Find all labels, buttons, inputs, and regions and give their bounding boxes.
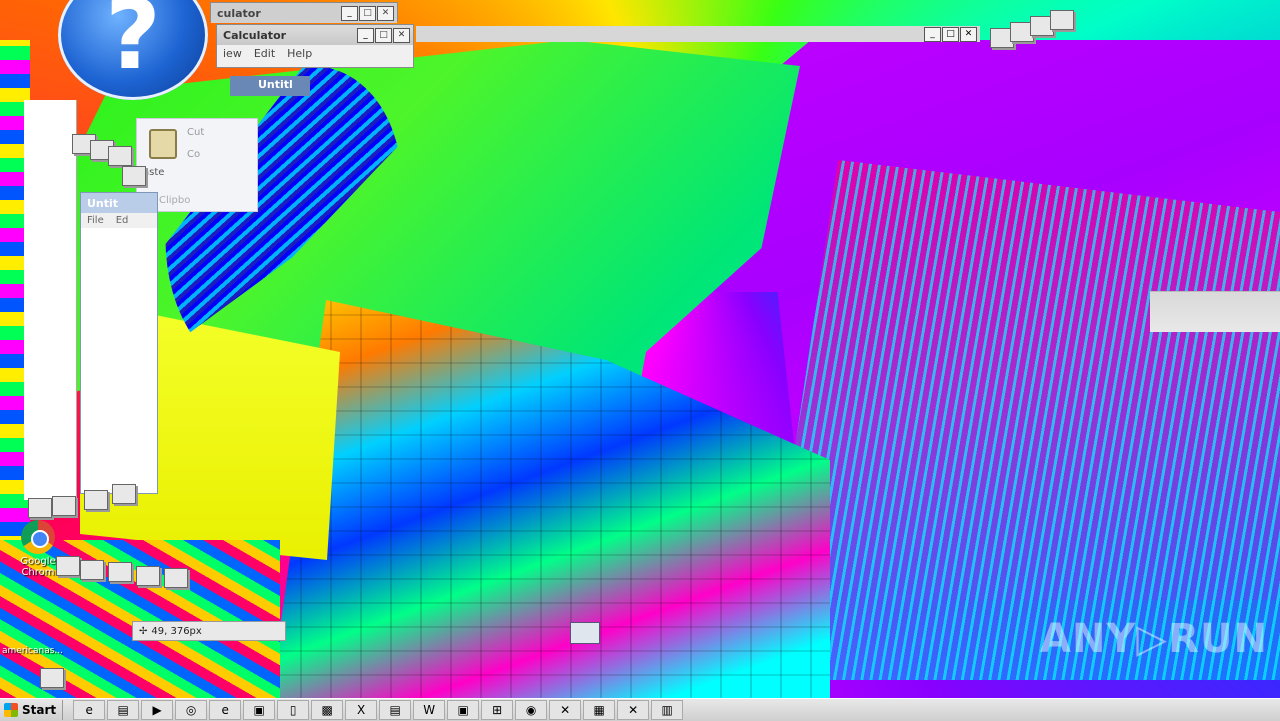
start-button[interactable]: Start	[0, 700, 64, 720]
close-button[interactable]: ✕	[393, 27, 410, 43]
untitled-window[interactable]: Untit File Ed	[80, 192, 158, 494]
app-red-icon[interactable]: ▣	[243, 700, 276, 720]
stray-window-fragment	[1150, 291, 1280, 332]
chrome-icon	[21, 520, 55, 554]
notepad-icon[interactable]: ▯	[277, 700, 310, 720]
archive-icon[interactable]: ▥	[651, 700, 684, 720]
paint-icon[interactable]: ◉	[515, 700, 548, 720]
desktop-icon-label-line1: Google	[20, 556, 56, 567]
paste-label: aste	[143, 167, 165, 178]
glitch-stripes	[760, 160, 1280, 680]
clipboard-group-label: Clipbo	[159, 195, 191, 206]
minimized-window-ghost	[112, 484, 136, 504]
minimized-window-ghost	[164, 568, 188, 588]
left-window-fragment	[24, 100, 77, 500]
calculator-window-back[interactable]: culator _ □ ✕	[210, 2, 398, 23]
minimize-button[interactable]: _	[341, 5, 358, 21]
untitled-title: Untitl	[258, 78, 293, 91]
menu-edit[interactable]: Ed	[116, 215, 129, 226]
minimized-window-ghost	[108, 562, 132, 582]
close-button[interactable]: ✕	[960, 27, 977, 42]
copy-button[interactable]: Co	[187, 149, 200, 160]
maximize-button[interactable]: □	[359, 5, 376, 21]
untitled-menubar: File Ed	[81, 213, 157, 228]
untitled-window-title[interactable]: Untitl	[230, 76, 310, 96]
floating-window-icon	[570, 622, 600, 644]
calculator-titlebar[interactable]: Calculator _ □ ✕	[217, 25, 413, 45]
minimized-window-ghost	[136, 566, 160, 586]
cursor-coordinates-tooltip: ✢ 49, 376px	[132, 621, 286, 641]
minimize-button[interactable]: _	[357, 27, 374, 43]
ie-icon[interactable]: e	[73, 700, 106, 720]
move-cursor-icon: ✢	[139, 625, 148, 637]
close-button[interactable]: ✕	[377, 5, 394, 21]
minimized-window-ghost	[122, 166, 146, 186]
menu-help[interactable]: Help	[287, 47, 312, 60]
cursor-coordinates: 49, 376px	[151, 625, 202, 637]
minimized-window-ghost	[28, 498, 52, 518]
cut-button[interactable]: Cut	[187, 127, 204, 138]
toolbox-icon[interactable]: ▦	[583, 700, 616, 720]
minimize-button[interactable]: _	[924, 27, 941, 42]
monitor-icon[interactable]: ▣	[447, 700, 480, 720]
minimized-window-ghost	[52, 496, 76, 516]
windows-icon[interactable]: ⊞	[481, 700, 514, 720]
help-glyph: ?	[105, 0, 161, 91]
window-titlebar-fragment[interactable]: _ □ ✕	[416, 26, 980, 42]
untitled-title: Untit	[87, 196, 119, 210]
taskbar-items: e ▤ ▶ ◎ e ▣ ▯ ▩ X ▤ W ▣ ⊞ ◉ ✕ ▦ ✕ ▥	[73, 700, 684, 720]
calculator-titlebar[interactable]: culator _ □ ✕	[211, 3, 397, 23]
maximize-button[interactable]: □	[375, 27, 392, 43]
clipboard-icon	[149, 129, 177, 159]
taskbar: Start e ▤ ▶ ◎ e ▣ ▯ ▩ X ▤ W ▣ ⊞ ◉ ✕ ▦ ✕ ▥	[0, 698, 1280, 721]
document-icon[interactable]: ▤	[379, 700, 412, 720]
minimized-window-ghost	[108, 146, 132, 166]
maximize-button[interactable]: □	[942, 27, 959, 42]
minimized-window-ghost	[40, 668, 64, 688]
windows-logo-icon	[4, 703, 18, 717]
menu-view[interactable]: iew	[223, 47, 242, 60]
paste-button[interactable]: aste	[141, 125, 183, 185]
error-icon[interactable]: ✕	[549, 700, 582, 720]
desktop-icon-label-line2: Chrom	[21, 567, 55, 578]
desktop: ? culator _ □ ✕ Calculator _ □ ✕ iew Edi…	[0, 0, 1280, 698]
menu-file[interactable]: File	[87, 215, 104, 226]
calculator-title: Calculator	[223, 28, 287, 42]
minimized-window-ghost	[84, 490, 108, 510]
minimized-window-ghost	[1050, 10, 1074, 30]
untitled-titlebar[interactable]: Untit	[81, 193, 157, 213]
minimized-window-ghost	[80, 560, 104, 580]
word-icon[interactable]: W	[413, 700, 446, 720]
start-label: Start	[22, 703, 57, 717]
calculator-title: culator	[217, 6, 261, 20]
error-icon-2[interactable]: ✕	[617, 700, 650, 720]
desktop-icon-chrome[interactable]: Google Chrom	[12, 520, 64, 578]
excel-icon[interactable]: X	[345, 700, 378, 720]
anyrun-watermark: ANY▷RUN	[1040, 616, 1268, 662]
green-app-icon[interactable]: ▩	[311, 700, 344, 720]
media-player-icon[interactable]: ▶	[141, 700, 174, 720]
menu-edit[interactable]: Edit	[254, 47, 275, 60]
calculator-menubar: iew Edit Help	[217, 45, 413, 62]
chrome-icon[interactable]: ◎	[175, 700, 208, 720]
desktop-icon-label: americanas...	[2, 646, 63, 656]
calculator-window[interactable]: Calculator _ □ ✕ iew Edit Help	[216, 24, 414, 68]
folder-icon[interactable]: ▤	[107, 700, 140, 720]
edge-icon[interactable]: e	[209, 700, 242, 720]
